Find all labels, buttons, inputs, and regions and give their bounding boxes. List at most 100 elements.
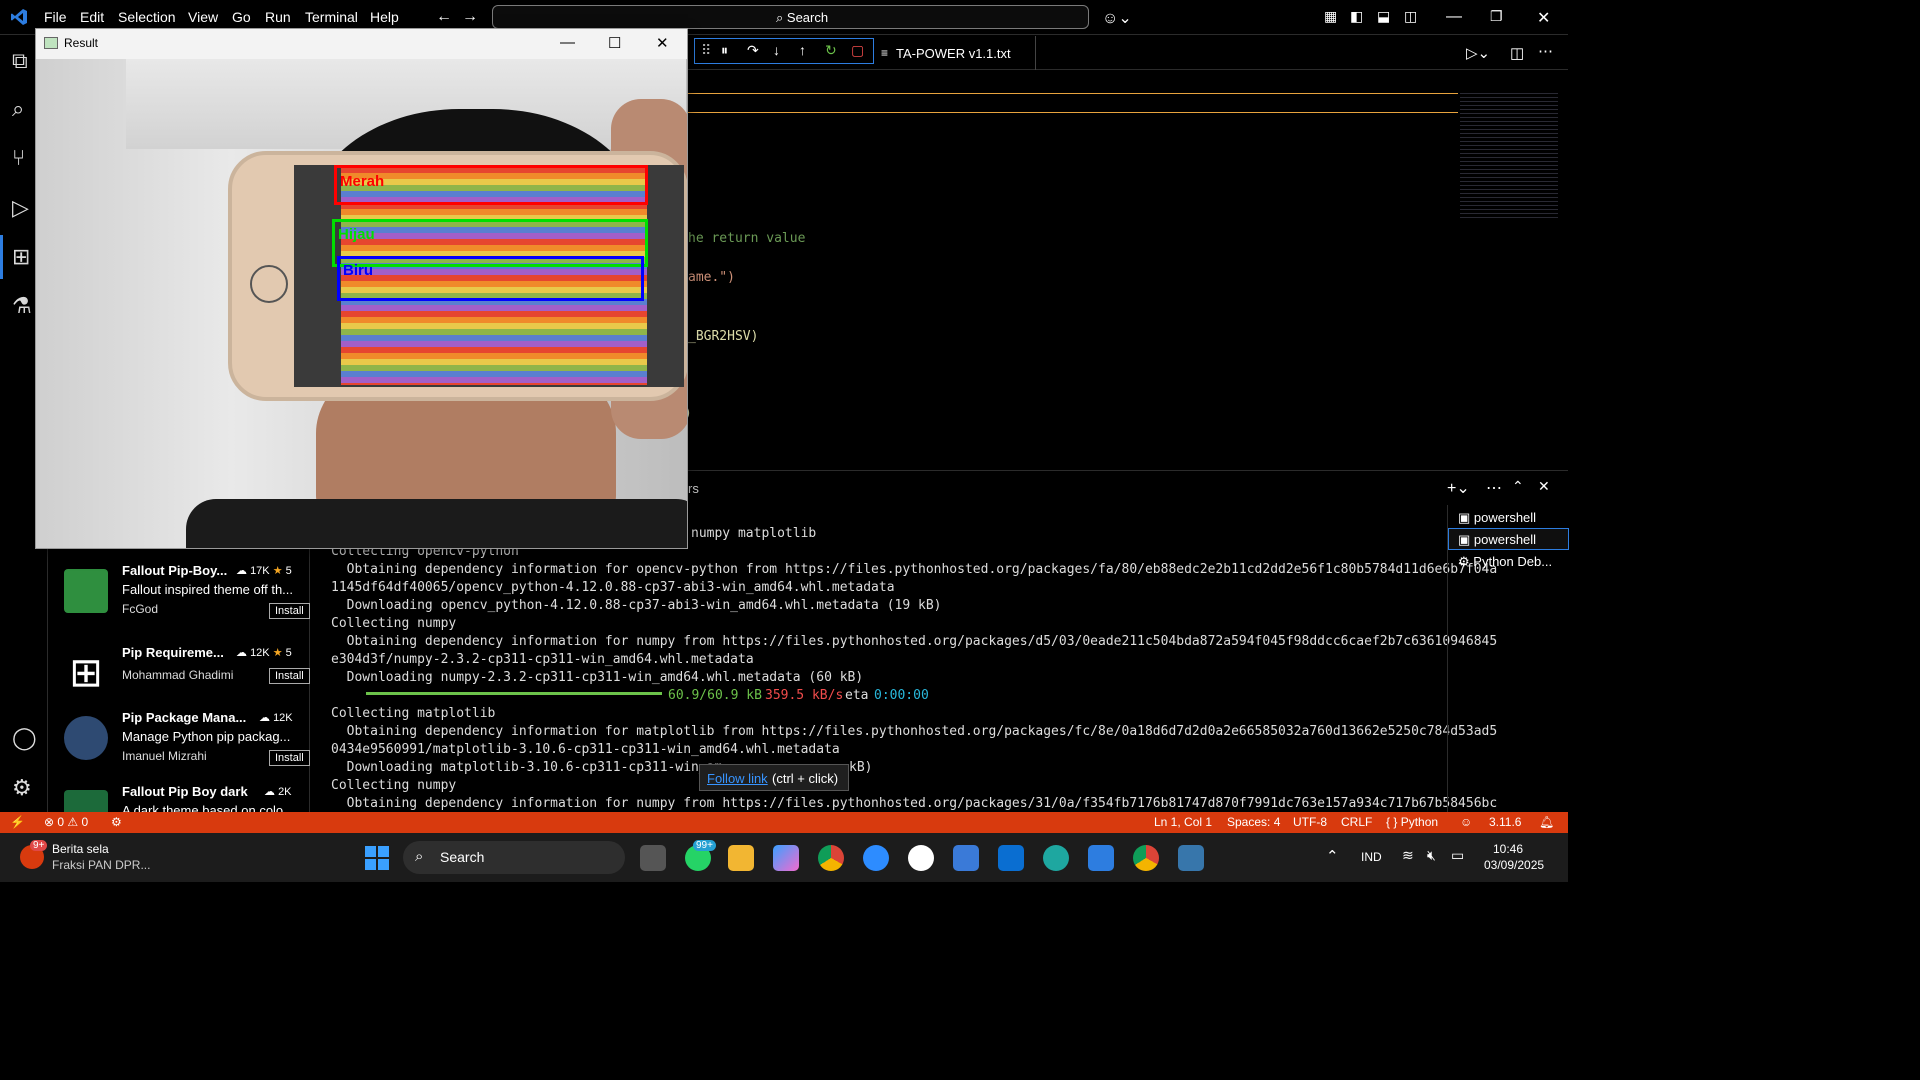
volume-muted-icon[interactable]: 🔇︎ — [1427, 847, 1436, 864]
file-explorer-icon[interactable] — [728, 845, 754, 871]
result-close-icon[interactable]: ✕ — [656, 34, 669, 52]
news-title[interactable]: Berita sela — [52, 842, 109, 856]
windows-start-icon[interactable] — [364, 845, 390, 871]
menu-view[interactable]: View — [188, 9, 218, 25]
copilot-app-icon[interactable] — [773, 845, 799, 871]
toggle-secondary-sidebar-icon[interactable]: ◫ — [1404, 8, 1417, 25]
app-icon[interactable] — [908, 845, 934, 871]
result-window[interactable]: Result — ☐ ✕ Merah Hijau Biru — [35, 28, 688, 549]
install-button[interactable]: Install — [269, 603, 310, 619]
forward-arrow-icon[interactable]: → — [462, 8, 478, 26]
command-center-search[interactable]: ⌕ Search — [492, 5, 1089, 29]
install-button[interactable]: Install — [269, 668, 310, 684]
back-arrow-icon[interactable]: ← — [436, 8, 452, 26]
terminal-list-item[interactable]: ⚙ Python Deb... — [1458, 554, 1552, 570]
extension-stats: ☁ 12K — [259, 712, 293, 724]
task-view-icon[interactable] — [640, 845, 666, 871]
result-window-titlebar[interactable]: Result — ☐ ✕ — [36, 29, 687, 59]
step-over-icon[interactable]: ↷ — [747, 42, 759, 59]
minimize-icon[interactable]: — — [1446, 8, 1462, 26]
whatsapp-badge: 99+ — [693, 840, 716, 851]
terminal-line: Collecting matplotlib — [331, 706, 496, 721]
outlook-icon[interactable] — [998, 845, 1024, 871]
customize-layout-icon[interactable]: ▦ — [1324, 8, 1337, 25]
extension-item[interactable]: Fallout Pip Boy dark ☁ 2K A dark theme b… — [64, 784, 304, 812]
account-icon[interactable]: ◯ — [12, 725, 38, 751]
result-maximize-icon[interactable]: ☐ — [608, 34, 621, 52]
tray-chevron-icon[interactable]: ⌃ — [1326, 847, 1339, 865]
terminal-list-item[interactable]: ▣ powershell — [1458, 510, 1536, 526]
more-actions-icon[interactable]: ⋯ — [1538, 42, 1553, 60]
menu-selection[interactable]: Selection — [118, 9, 176, 25]
taskbar-search[interactable]: ⌕ Search — [403, 841, 625, 874]
language-mode[interactable]: { } Python — [1386, 815, 1438, 829]
debug-status-icon[interactable]: ⚙ — [111, 815, 122, 829]
terminal-list-item[interactable]: ▣ powershell — [1458, 532, 1536, 548]
settings-gear-icon[interactable]: ⚙ — [12, 775, 38, 801]
terminal-icon: ▣ — [1458, 532, 1474, 547]
drag-handle-icon[interactable]: ⠿ — [701, 42, 711, 59]
vscode-taskbar-icon[interactable] — [1088, 845, 1114, 871]
news-subtitle[interactable]: Fraksi PAN DPR... — [52, 858, 150, 872]
chrome-profile-icon[interactable] — [1133, 845, 1159, 871]
wifi-icon[interactable]: ≋ — [1402, 847, 1414, 864]
zoom-icon[interactable] — [863, 845, 889, 871]
extension-publisher: Mohammad Ghadimi — [122, 668, 234, 682]
remote-icon[interactable]: ⚡ — [10, 815, 25, 829]
extension-item[interactable]: ⊞ Pip Requireme... ☁ 12K ★ 5 Mohammad Gh… — [64, 645, 310, 715]
chrome-icon[interactable] — [818, 845, 844, 871]
encoding[interactable]: UTF-8 — [1293, 815, 1327, 829]
edge-icon[interactable] — [1043, 845, 1069, 871]
problems-indicator[interactable]: ⊗ 0 ⚠ 0 — [44, 815, 88, 829]
clock-date[interactable]: 03/09/2025 — [1484, 858, 1544, 872]
panel-more-icon[interactable]: ⋯ — [1486, 478, 1502, 498]
restore-icon[interactable]: ❐ — [1490, 8, 1503, 25]
minimap[interactable] — [1460, 93, 1558, 218]
panel-tab-ports[interactable]: rs — [688, 481, 699, 496]
maximize-panel-icon[interactable]: ⌃ — [1512, 478, 1524, 495]
extension-item[interactable]: Fallout Pip-Boy... ☁ 17K ★ 5 Fallout ins… — [64, 563, 310, 633]
restart-icon[interactable]: ↻ — [825, 42, 837, 59]
editor-tab[interactable]: TA-POWER v1.1.txt ≡ — [876, 36, 1036, 70]
close-icon[interactable]: ✕ — [1537, 8, 1550, 28]
step-into-icon[interactable]: ↓ — [773, 42, 780, 58]
close-panel-icon[interactable]: ✕ — [1538, 478, 1550, 495]
python-version[interactable]: 3.11.6 — [1489, 815, 1521, 829]
input-language[interactable]: IND — [1361, 850, 1382, 864]
extension-name: Fallout Pip-Boy... — [122, 563, 228, 578]
terminal-line: 1145df64df40065/opencv_python-4.12.0.88-… — [331, 580, 895, 595]
battery-icon[interactable]: ▭ — [1451, 847, 1464, 864]
stop-icon[interactable]: ▢ — [851, 42, 864, 59]
menu-terminal[interactable]: Terminal — [305, 9, 358, 25]
extension-publisher: FcGod — [122, 602, 159, 616]
download-count: 12K — [250, 647, 270, 659]
run-python-icon[interactable]: ▷⌄ — [1466, 44, 1490, 62]
indentation[interactable]: Spaces: 4 — [1227, 815, 1280, 829]
extension-item[interactable]: Pip Package Mana... ☁ 12K Manage Python … — [64, 710, 310, 780]
split-editor-icon[interactable]: ◫ — [1510, 44, 1524, 62]
line-ending[interactable]: CRLF — [1341, 815, 1372, 829]
result-minimize-icon[interactable]: — — [560, 34, 575, 51]
step-out-icon[interactable]: ↑ — [799, 42, 806, 58]
python-icon[interactable] — [1178, 845, 1204, 871]
extension-name: Fallout Pip Boy dark — [122, 784, 248, 799]
toggle-sidebar-icon[interactable]: ◧ — [1350, 8, 1363, 25]
toggle-panel-icon[interactable]: ⬓ — [1377, 8, 1390, 25]
menu-file[interactable]: File — [44, 9, 67, 25]
install-button[interactable]: Install — [269, 750, 310, 766]
new-terminal-icon[interactable]: +⌄ — [1447, 478, 1470, 498]
cursor-position[interactable]: Ln 1, Col 1 — [1154, 815, 1212, 829]
copilot-icon[interactable]: ☺⌄ — [1102, 8, 1132, 28]
copilot-status-icon[interactable]: ☺ — [1460, 815, 1472, 829]
terminal-line: Downloading numpy-2.3.2-cp311-cp311-win_… — [331, 670, 864, 685]
clock-time[interactable]: 10:46 — [1493, 842, 1523, 856]
pause-icon[interactable]: ⏸ — [721, 42, 728, 59]
notifications-bell-icon[interactable]: 🔔︎ — [1539, 815, 1554, 829]
menu-help[interactable]: Help — [370, 9, 399, 25]
follow-link[interactable]: Follow link — [707, 771, 768, 786]
menu-run[interactable]: Run — [265, 9, 291, 25]
store-icon[interactable] — [953, 845, 979, 871]
menu-edit[interactable]: Edit — [80, 9, 104, 25]
menu-go[interactable]: Go — [232, 9, 251, 25]
progress-size: 60.9/60.9 kB — [668, 688, 762, 703]
